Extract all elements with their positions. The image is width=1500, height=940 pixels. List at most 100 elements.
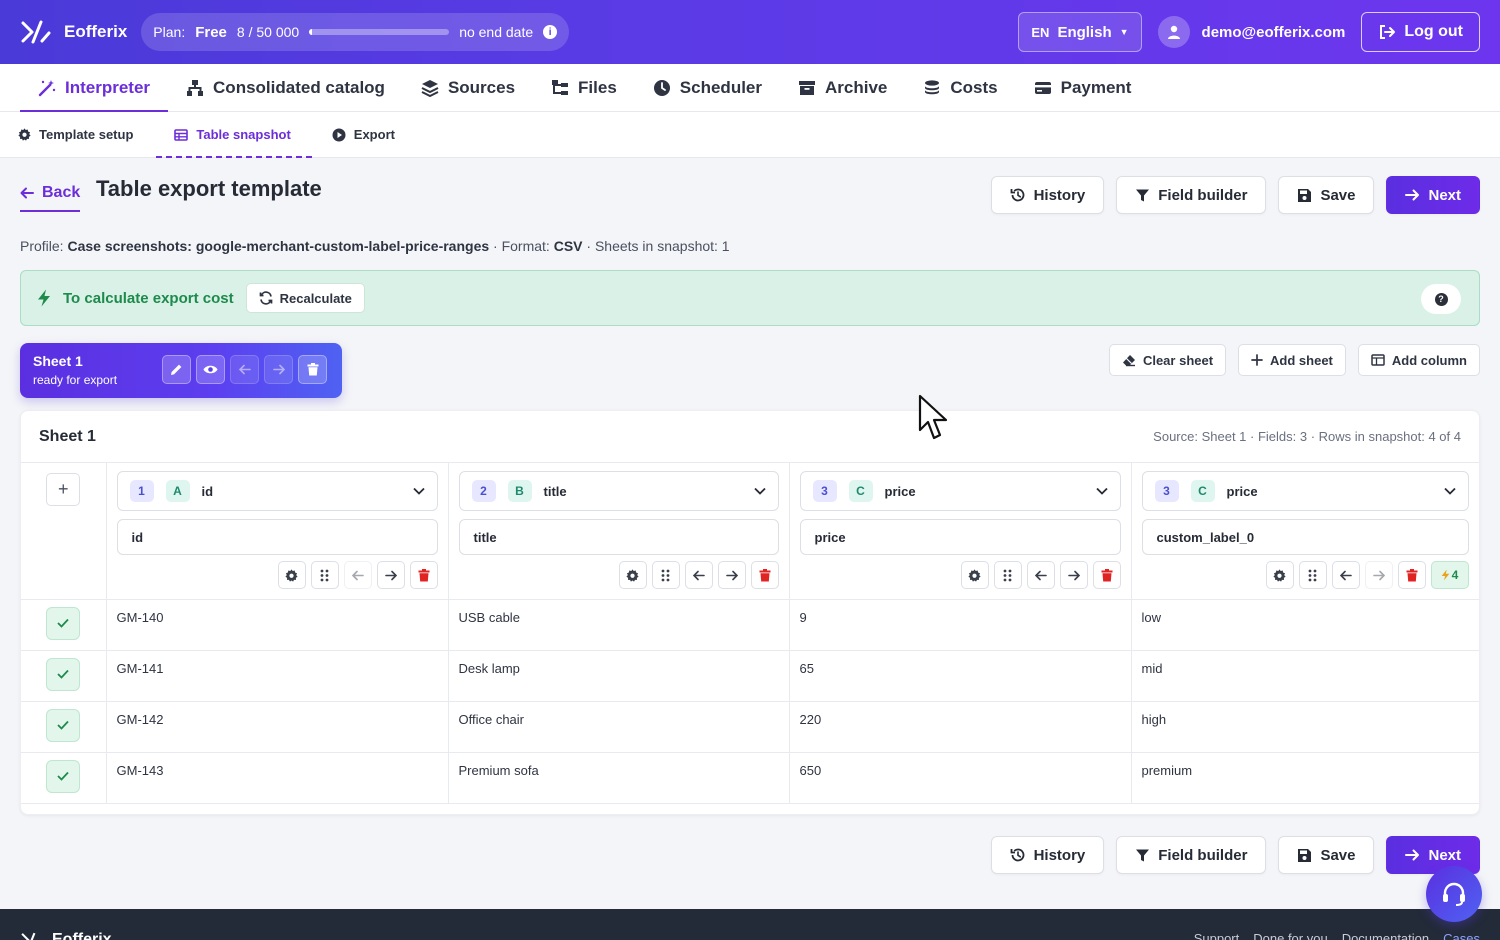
footer-link-documentation[interactable]: Documentation	[1342, 931, 1429, 940]
column-letter: A	[165, 480, 190, 502]
trash-icon	[418, 568, 429, 581]
column-name-input[interactable]: custom_label_0	[1141, 519, 1469, 555]
nav-scheduler[interactable]: Scheduler	[635, 64, 780, 111]
table-cell[interactable]: premium	[1131, 752, 1479, 804]
tab-table-snapshot[interactable]: Table snapshot	[156, 112, 313, 158]
drag-icon	[1003, 569, 1012, 581]
delete-column-button[interactable]	[409, 561, 438, 589]
move-column-right-button[interactable]	[717, 561, 746, 589]
table-cell[interactable]: GM-141	[106, 650, 449, 702]
tab-template-setup[interactable]: Template setup	[18, 112, 154, 157]
save-button[interactable]: Save	[1278, 176, 1375, 214]
column-drag-handle[interactable]	[651, 561, 680, 589]
column-settings-button[interactable]	[277, 561, 306, 589]
plan-indicator[interactable]: Plan: Free 8 / 50 000 no end date i	[141, 13, 570, 51]
sheet-card[interactable]: Sheet 1 ready for export	[20, 343, 342, 398]
footer-link-support[interactable]: Support	[1194, 931, 1240, 940]
user-menu[interactable]: demo@eofferix.com	[1157, 16, 1345, 48]
table-cell[interactable]: 9	[789, 599, 1132, 651]
next-button[interactable]: Next	[1386, 176, 1480, 214]
info-icon[interactable]: i	[543, 25, 558, 39]
history-button[interactable]: History	[990, 176, 1105, 214]
table-cell[interactable]: Premium sofa	[448, 752, 790, 804]
move-column-left-button[interactable]	[343, 561, 372, 589]
save-button[interactable]: Save	[1278, 836, 1375, 874]
support-chat-button[interactable]	[1426, 866, 1482, 922]
nav-files[interactable]: Files	[533, 64, 635, 111]
nav-sources[interactable]: Sources	[403, 64, 533, 111]
footer-link-cases[interactable]: Cases	[1443, 931, 1480, 940]
table-cell[interactable]: USB cable	[448, 599, 790, 651]
nav-archive[interactable]: Archive	[780, 64, 905, 111]
table-cell[interactable]: high	[1131, 701, 1479, 753]
table-cell[interactable]: 220	[789, 701, 1132, 753]
tab-export[interactable]: Export	[332, 112, 416, 157]
add-row-button[interactable]: +	[46, 473, 81, 506]
source-field-select[interactable]: 2 B title	[458, 471, 779, 511]
arrow-left-icon	[1034, 570, 1047, 580]
row-checkbox[interactable]	[46, 759, 81, 793]
table-cell[interactable]: Office chair	[448, 701, 790, 753]
sheet-table-title: Sheet 1	[39, 427, 96, 445]
clear-sheet-button[interactable]: Clear sheet	[1108, 344, 1227, 376]
delete-column-button[interactable]	[1092, 561, 1121, 589]
column-drag-handle[interactable]	[1298, 561, 1327, 589]
help-button[interactable]: ?	[1421, 284, 1461, 314]
back-link[interactable]: Back	[20, 178, 81, 212]
recalculate-button[interactable]: Recalculate	[245, 283, 365, 313]
rules-badge[interactable]: 4	[1430, 561, 1469, 589]
move-sheet-right-button[interactable]	[264, 355, 293, 384]
row-checkbox[interactable]	[46, 657, 81, 691]
move-column-right-button[interactable]	[1364, 561, 1393, 589]
footer-link-done-for-you[interactable]: Done for you	[1253, 931, 1327, 940]
move-column-left-button[interactable]	[684, 561, 713, 589]
nav-costs[interactable]: Costs	[905, 64, 1015, 111]
language-select[interactable]: EN English ▼	[1018, 12, 1142, 52]
view-sheet-button[interactable]	[196, 355, 225, 384]
app-logo[interactable]: Eofferix	[20, 19, 127, 45]
table-cell[interactable]: GM-143	[106, 752, 449, 804]
move-column-right-button[interactable]	[376, 561, 405, 589]
move-column-left-button[interactable]	[1331, 561, 1360, 589]
column-name-input[interactable]: title	[458, 519, 779, 555]
edit-sheet-button[interactable]	[162, 355, 191, 384]
nav-consolidated-catalog[interactable]: Consolidated catalog	[168, 64, 403, 111]
history-button[interactable]: History	[990, 836, 1105, 874]
column-drag-handle[interactable]	[310, 561, 339, 589]
move-column-right-button[interactable]	[1059, 561, 1088, 589]
table-cell[interactable]: Desk lamp	[448, 650, 790, 702]
delete-column-button[interactable]	[750, 561, 779, 589]
table-cell[interactable]: GM-142	[106, 701, 449, 753]
move-sheet-left-button[interactable]	[230, 355, 259, 384]
table-cell[interactable]: mid	[1131, 650, 1479, 702]
add-column-button[interactable]: Add column	[1357, 344, 1480, 376]
add-sheet-label: Add sheet	[1270, 352, 1333, 368]
row-checkbox[interactable]	[46, 708, 81, 742]
table-cell[interactable]: GM-140	[106, 599, 449, 651]
column-name-input[interactable]: price	[799, 519, 1121, 555]
column-name-input[interactable]: id	[116, 519, 438, 555]
delete-column-button[interactable]	[1397, 561, 1426, 589]
nav-payment[interactable]: Payment	[1016, 64, 1150, 111]
column-drag-handle[interactable]	[993, 561, 1022, 589]
logout-button[interactable]: Log out	[1361, 12, 1480, 52]
source-field-select[interactable]: 3 C price	[799, 471, 1121, 511]
row-status-cell	[21, 599, 107, 651]
table-cell[interactable]: 65	[789, 650, 1132, 702]
column-settings-button[interactable]	[960, 561, 989, 589]
source-field-select[interactable]: 3 C price	[1141, 471, 1469, 511]
table-cell[interactable]: low	[1131, 599, 1479, 651]
row-checkbox[interactable]	[46, 606, 81, 640]
field-builder-button[interactable]: Field builder	[1116, 836, 1267, 874]
move-column-left-button[interactable]	[1026, 561, 1055, 589]
arrow-left-icon	[20, 187, 34, 199]
source-field-select[interactable]: 1 A id	[116, 471, 438, 511]
footer-logo[interactable]: Eofferix	[20, 931, 112, 940]
delete-sheet-button[interactable]	[298, 355, 327, 384]
field-builder-button[interactable]: Field builder	[1116, 176, 1267, 214]
column-settings-button[interactable]	[1265, 561, 1294, 589]
add-sheet-button[interactable]: Add sheet	[1238, 344, 1346, 376]
nav-interpreter[interactable]: Interpreter	[20, 64, 169, 112]
column-settings-button[interactable]	[618, 561, 647, 589]
table-cell[interactable]: 650	[789, 752, 1132, 804]
